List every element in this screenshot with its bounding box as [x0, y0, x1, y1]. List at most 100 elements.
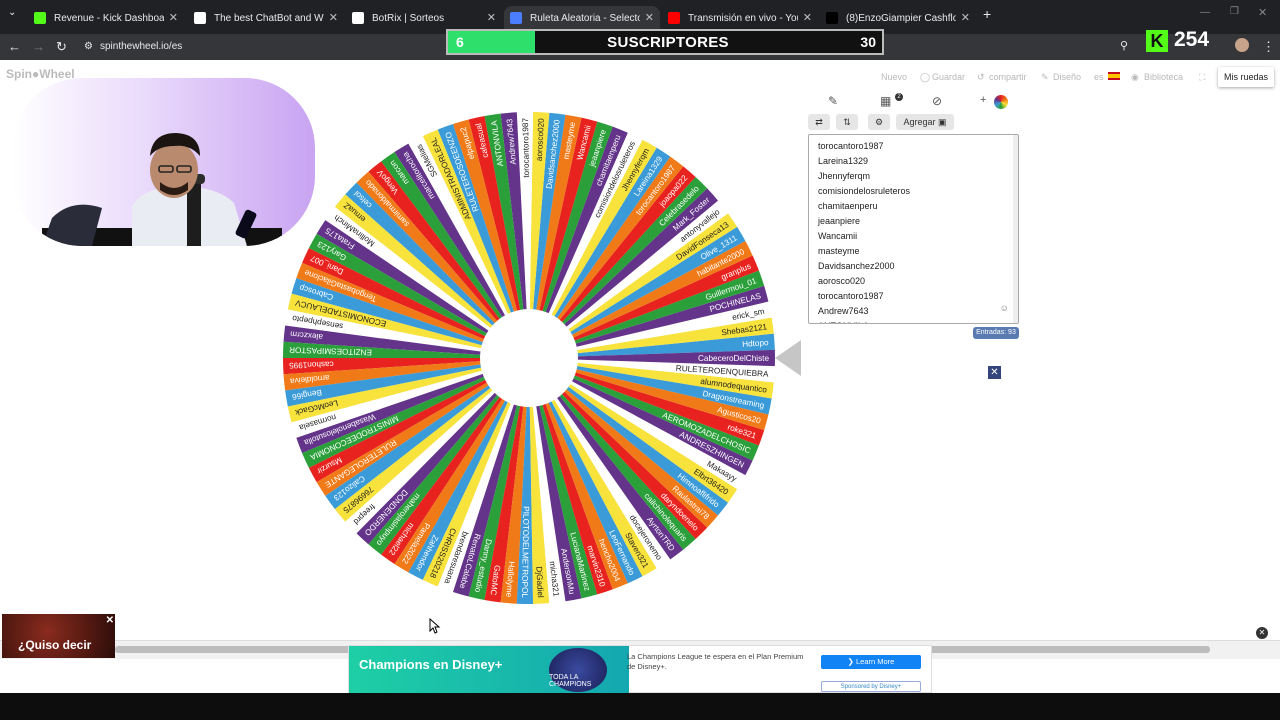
edit-tab-pencil-icon[interactable]: ✎ — [828, 94, 838, 108]
entry-line[interactable]: comisiondelosruleteros — [818, 186, 910, 196]
search-icon[interactable]: ⚲ — [1120, 39, 1128, 52]
menu-icon[interactable]: ⋮ — [1262, 39, 1275, 55]
tab-close-icon[interactable]: ✕ — [329, 11, 338, 24]
entry-line[interactable]: Jhennyferqm — [818, 171, 870, 181]
entry-line[interactable]: aorosco020 — [818, 276, 865, 286]
new-tab-icon[interactable]: + — [983, 6, 991, 22]
entry-line[interactable]: Lareina1329 — [818, 156, 868, 166]
globe-icon[interactable]: ◉ — [1131, 72, 1139, 83]
browser-tab[interactable]: (8)EnzoGiampier Cashflow (@e ✕ — [820, 6, 976, 30]
window-close-icon[interactable]: ✕ — [1258, 6, 1267, 19]
tab-close-icon[interactable]: ✕ — [645, 11, 654, 24]
entry-line[interactable]: jeaanpiere — [818, 216, 860, 226]
wheel-segment-label: PILOTODELMETROPOL — [520, 506, 531, 598]
site-logo[interactable]: Spin●Wheel — [6, 67, 75, 81]
fullscreen-icon[interactable]: ⛶ — [1199, 72, 1205, 83]
ad-left-panel: Champions en Disney+ TODA LA CHAMPIONS — [349, 646, 629, 693]
diamond-icon — [194, 12, 206, 24]
nav-design[interactable]: Diseño — [1053, 72, 1081, 82]
emoji-icon[interactable]: ☺ — [1000, 303, 1009, 313]
taskbar — [0, 693, 1280, 720]
spain-flag-icon[interactable] — [1108, 72, 1120, 80]
entry-line[interactable]: chamitaenperu — [818, 201, 878, 211]
shuffle-button[interactable]: ⇄ — [808, 114, 830, 130]
entry-line[interactable]: masteyme — [818, 246, 860, 256]
site-info-icon[interactable]: ⚙ — [84, 41, 93, 52]
minimize-icon[interactable]: — — [1200, 7, 1210, 18]
address-bar[interactable]: spinthewheel.io/es — [100, 41, 182, 52]
tab-title: (8)EnzoGiampier Cashflow (@e — [846, 12, 956, 24]
tab-close-icon[interactable]: ✕ — [961, 11, 970, 24]
spin-wheel[interactable]: HdtopoShebas2121erick_smPOCHINELASGuille… — [280, 107, 778, 605]
nav-language[interactable]: es — [1094, 72, 1104, 82]
thumbnail-caption: ¿Quiso decir — [18, 638, 92, 652]
back-icon[interactable]: ← — [8, 39, 21, 54]
browser-tab[interactable]: Revenue - Kick Dashboard ✕ — [28, 6, 184, 30]
subscribers-current: 6 — [456, 34, 464, 50]
ad-learn-more-button[interactable]: ❯ Learn More — [821, 655, 921, 669]
tab-title: The best ChatBot and Widgets — [214, 12, 324, 24]
tab-search-icon[interactable]: ⌄ — [8, 7, 16, 18]
wheel-center[interactable] — [480, 309, 578, 407]
close-ad-icon[interactable]: ✕ — [988, 366, 1001, 379]
add-entry-button[interactable]: Agregar ▣ — [896, 114, 954, 130]
entry-line[interactable]: torocantoro1987 — [818, 291, 884, 301]
browser-tab[interactable]: BotRix | Sorteos ✕ — [346, 6, 502, 30]
tab-close-icon[interactable]: ✕ — [803, 11, 812, 24]
tab-title: BotRix | Sorteos — [372, 12, 445, 24]
profile-avatar[interactable] — [1235, 38, 1249, 52]
my-wheels-button[interactable]: Mis ruedas — [1218, 67, 1274, 87]
tab-title: Transmisión en vivo - YouTube — [688, 12, 798, 24]
kick-logo-icon: K — [1146, 30, 1168, 52]
disney-ad-banner[interactable]: Champions en Disney+ TODA LA CHAMPIONS L… — [348, 645, 932, 693]
tab-close-icon[interactable]: ✕ — [169, 11, 178, 24]
nav-library[interactable]: Biblioteca — [1144, 72, 1183, 82]
nav-save[interactable]: Guardar — [932, 72, 965, 82]
sort-button[interactable]: ⇅ — [836, 114, 858, 130]
browser-tab[interactable]: Transmisión en vivo - YouTube ✕ — [662, 6, 818, 30]
ad-title: Champions en Disney+ — [359, 657, 503, 672]
browser-tab[interactable]: Ruleta Aleatoria - Selector Pers ✕ — [504, 6, 660, 30]
settings-button[interactable]: ⚙ — [868, 114, 890, 130]
thumbnail-close-icon[interactable]: ✕ — [106, 615, 114, 626]
entry-line[interactable]: Andrew7643 — [818, 306, 869, 316]
wheel-segment-label: CabeceroDelChiste — [698, 354, 769, 363]
list-badge: 2 — [895, 93, 903, 101]
color-wheel-icon[interactable] — [994, 95, 1008, 109]
entries-textarea[interactable]: torocantoro1987 Lareina1329 Jhennyferqm com… — [808, 134, 1019, 324]
reload-icon[interactable]: ↻ — [56, 39, 67, 55]
entry-line[interactable]: Wancamii — [818, 231, 857, 241]
entries-list-icon[interactable]: ▦ — [880, 94, 891, 108]
save-icon[interactable]: ◯ — [920, 72, 930, 83]
entry-line[interactable]: ANTONVILA — [818, 321, 869, 323]
restore-icon[interactable]: ❐ — [1230, 6, 1239, 17]
youtube-icon — [668, 12, 680, 24]
wheel-pointer — [775, 340, 801, 376]
hide-icon[interactable]: ⊘ — [932, 94, 942, 108]
nav-share[interactable]: compartir — [989, 72, 1027, 82]
ad-players-image: TODA LA CHAMPIONS — [549, 648, 607, 692]
subscribers-title: SUSCRIPTORES — [607, 34, 729, 51]
forward-icon[interactable]: → — [32, 39, 45, 54]
video-thumbnail-overlay[interactable]: ¿Quiso decir ✕ — [2, 614, 115, 658]
entry-line[interactable]: Davidsanchez2000 — [818, 261, 895, 271]
tab-close-icon[interactable]: ✕ — [487, 11, 496, 24]
entry-line[interactable]: torocantoro1987 — [818, 141, 884, 151]
wheel-icon — [510, 12, 522, 24]
add-wheel-icon[interactable]: + — [980, 94, 986, 106]
design-icon[interactable]: ✎ — [1041, 72, 1049, 83]
wheel-segment-label: cashon1995 — [289, 359, 334, 369]
kick-counter: 254 — [1174, 28, 1210, 51]
wheel-segment-label: torocantoro1987 — [521, 118, 531, 178]
tiktok-icon — [826, 12, 838, 24]
browser-tab[interactable]: The best ChatBot and Widgets ✕ — [188, 6, 344, 30]
streamer-silhouette — [42, 133, 282, 246]
mouse-cursor-icon — [429, 618, 441, 634]
kick-icon — [34, 12, 46, 24]
webcam-overlay — [12, 78, 315, 246]
entries-scrollbar[interactable] — [1013, 135, 1018, 323]
nav-new[interactable]: Nuevo — [881, 72, 907, 82]
entries-count-badge: Entradas: 93 — [973, 327, 1019, 339]
ad-close-icon[interactable]: ✕ — [1256, 627, 1268, 639]
share-icon[interactable]: ↺ — [977, 72, 985, 83]
